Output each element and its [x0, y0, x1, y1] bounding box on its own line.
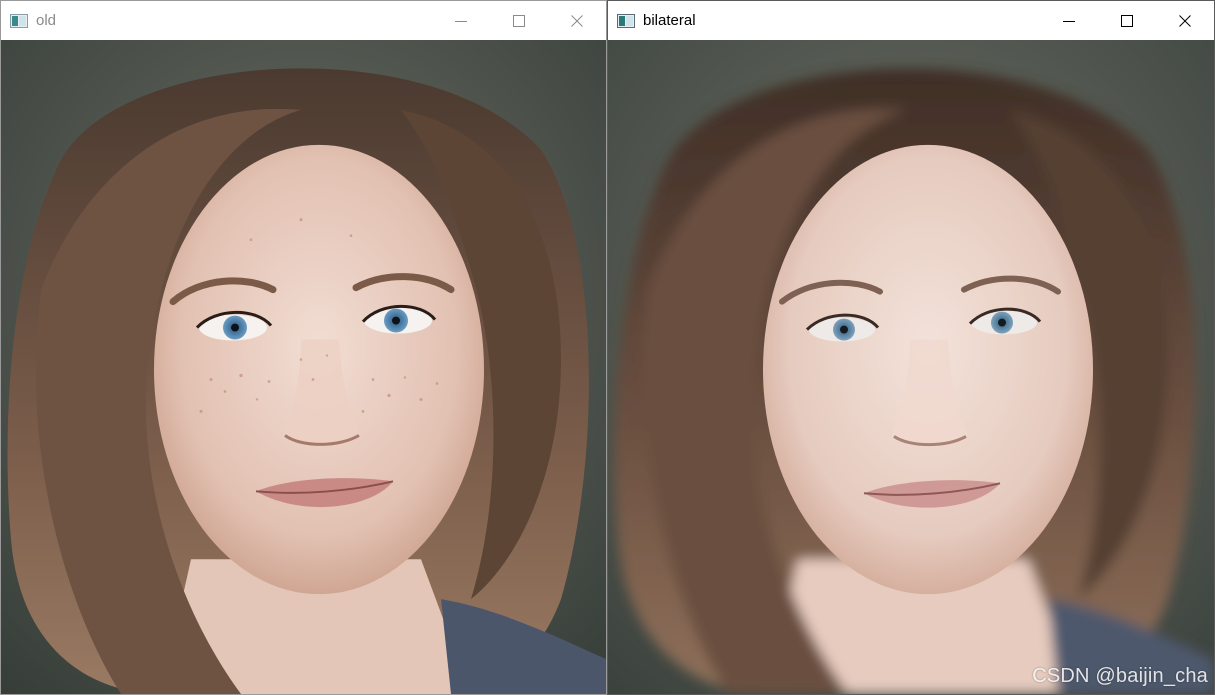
- maximize-button[interactable]: [1098, 1, 1156, 40]
- minimize-button[interactable]: [1040, 1, 1098, 40]
- portrait-photo-original: [1, 40, 606, 694]
- desktop: old bilateral CSDN @baijin_cha: [0, 0, 1215, 695]
- caption-buttons: [432, 1, 606, 40]
- app-window-icon: [617, 13, 635, 28]
- window-title: bilateral: [643, 12, 696, 29]
- close-button[interactable]: [1156, 1, 1214, 40]
- titlebar-old[interactable]: old: [1, 1, 606, 40]
- maximize-button[interactable]: [490, 1, 548, 40]
- app-window-icon: [10, 13, 28, 28]
- minimize-icon: [1063, 20, 1075, 22]
- maximize-icon: [513, 14, 525, 27]
- close-icon: [571, 14, 583, 27]
- watermark-text: CSDN @baijin_cha: [1032, 665, 1208, 687]
- close-icon: [1179, 14, 1191, 27]
- window-bilateral[interactable]: bilateral CSDN @baijin_cha: [607, 0, 1215, 695]
- window-title: old: [36, 12, 57, 29]
- close-button[interactable]: [548, 1, 606, 40]
- image-canvas-old: [1, 40, 606, 694]
- window-old[interactable]: old: [0, 0, 607, 695]
- minimize-icon: [455, 20, 467, 22]
- minimize-button[interactable]: [432, 1, 490, 40]
- image-canvas-bilateral: CSDN @baijin_cha: [608, 40, 1214, 694]
- titlebar-bilateral[interactable]: bilateral: [608, 1, 1214, 40]
- portrait-photo-bilateral: [608, 40, 1214, 694]
- maximize-icon: [1121, 14, 1133, 27]
- caption-buttons: [1040, 1, 1214, 40]
